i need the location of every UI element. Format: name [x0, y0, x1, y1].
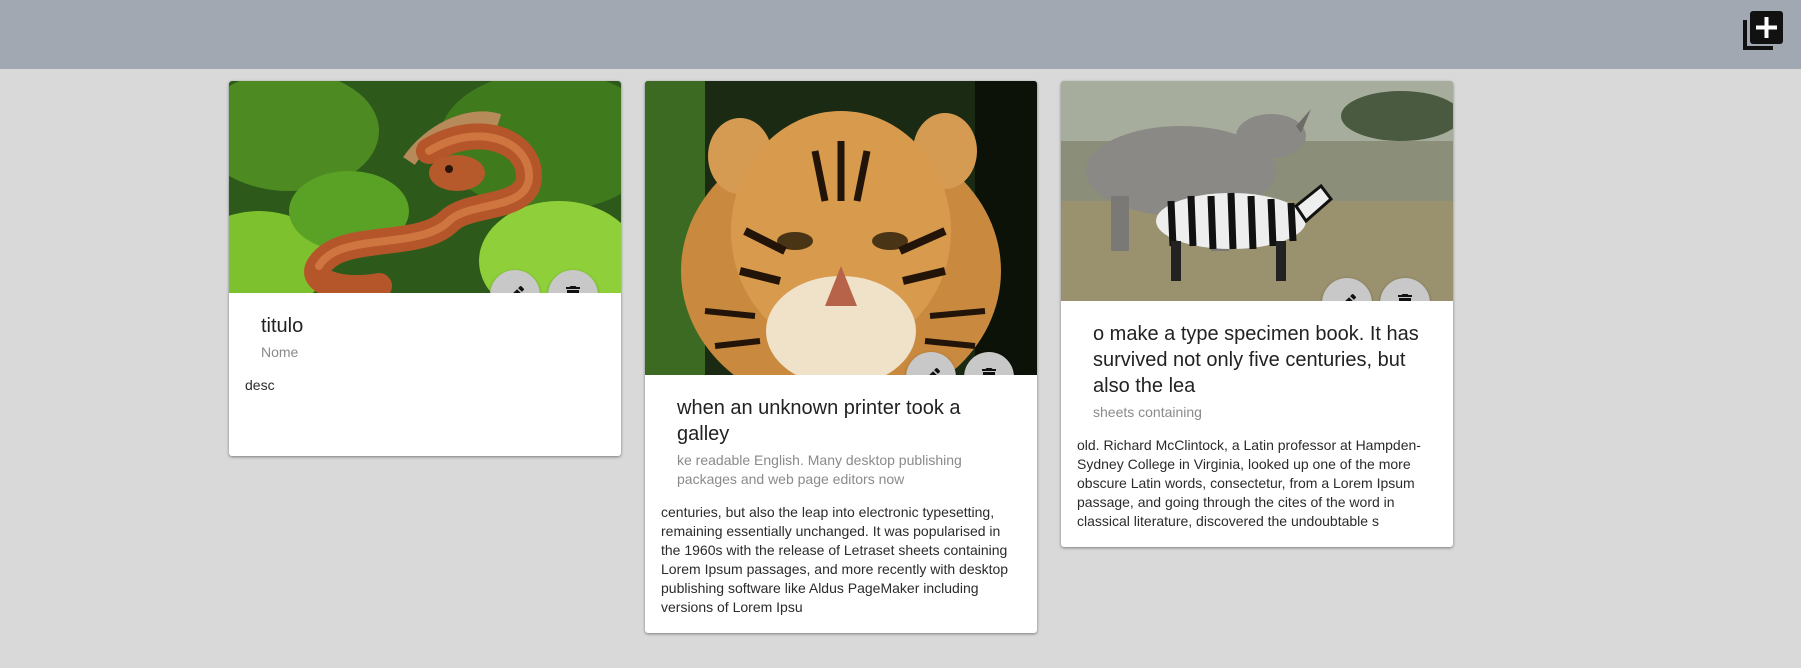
delete-button[interactable] — [1380, 278, 1430, 301]
card-subtitle: sheets containing — [1093, 404, 1202, 420]
edit-button[interactable] — [906, 352, 956, 375]
card-subtitle: Nome — [261, 344, 299, 360]
card-actions — [1322, 278, 1430, 301]
trash-icon — [982, 368, 996, 375]
card-actions — [490, 270, 598, 293]
trash-icon — [1398, 294, 1412, 301]
card-description: desc — [245, 377, 275, 393]
top-toolbar — [0, 0, 1801, 69]
card-image — [645, 81, 1037, 375]
add-card-button[interactable] — [1737, 8, 1785, 56]
edit-button[interactable] — [1322, 278, 1372, 301]
pencil-icon — [1345, 293, 1357, 301]
card-header: o make a type specimen book. It has surv… — [1061, 301, 1453, 422]
add-box-icon — [1743, 11, 1783, 50]
card-description: centuries, but also the leap into electr… — [661, 504, 1009, 615]
trash-icon — [566, 286, 580, 293]
card-description: old. Richard McClintock, a Latin profess… — [1077, 437, 1421, 529]
animal-card: when an unknown printer took a galley ke… — [645, 81, 1037, 633]
animal-card: titulo Nome desc — [229, 81, 621, 456]
card-subtitle: ke readable English. Many desktop publis… — [677, 452, 962, 487]
delete-button[interactable] — [548, 270, 598, 293]
pencil-icon — [513, 285, 525, 293]
snake-photo — [229, 81, 621, 293]
card-title: when an unknown printer took a galley — [677, 397, 961, 445]
tiger-photo — [645, 81, 1037, 375]
animal-card: o make a type specimen book. It has surv… — [1061, 81, 1453, 547]
card-title: titulo — [261, 315, 304, 337]
card-header: titulo Nome — [229, 293, 621, 362]
delete-button[interactable] — [964, 352, 1014, 375]
card-image — [1061, 81, 1453, 301]
card-title: o make a type specimen book. It has surv… — [1093, 323, 1419, 397]
pencil-icon — [929, 367, 941, 375]
rhino-zebra-photo — [1061, 81, 1453, 301]
card-header: when an unknown printer took a galley ke… — [645, 375, 1037, 489]
card-image — [229, 81, 621, 293]
edit-button[interactable] — [490, 270, 540, 293]
card-actions — [906, 352, 1014, 375]
